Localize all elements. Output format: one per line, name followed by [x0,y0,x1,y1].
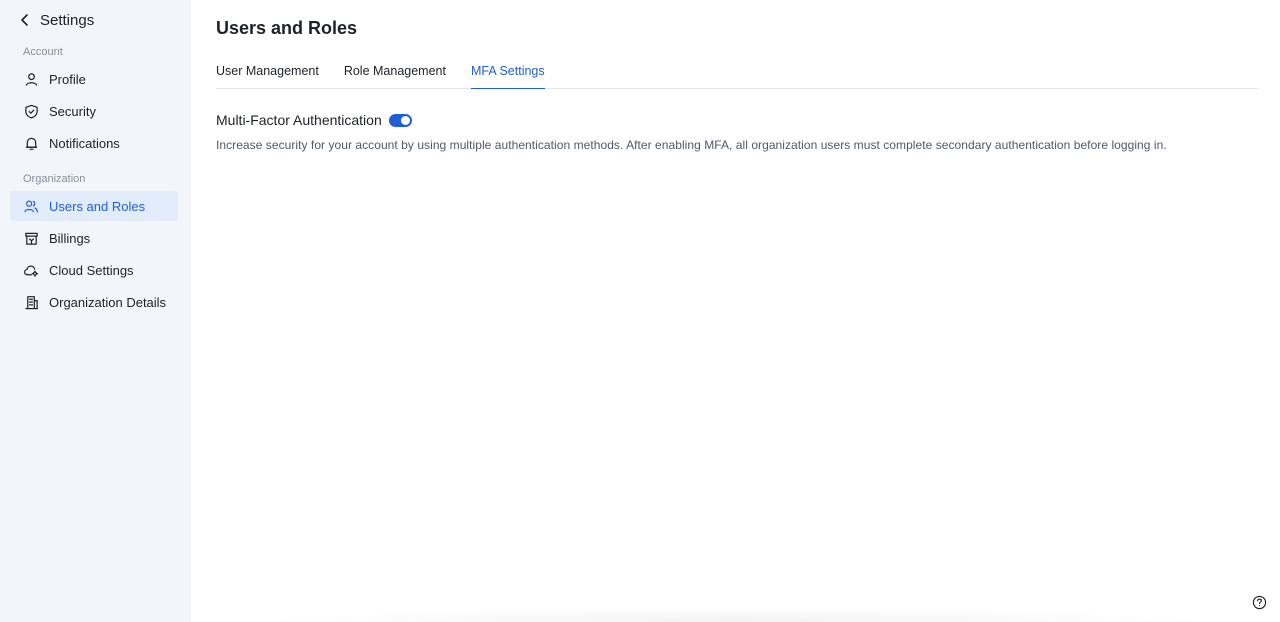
users-icon [23,198,39,214]
mfa-description: Increase security for your account by us… [216,138,1167,152]
user-icon [23,71,39,87]
back-arrow-icon[interactable] [14,9,36,31]
sidebar-title: Settings [40,11,95,29]
sidebar-item-label: Billings [49,231,91,247]
sidebar-item-billings[interactable]: Billings [10,224,178,254]
sidebar-item-label: Cloud Settings [49,263,134,279]
sidebar-item-label: Users and Roles [49,198,146,214]
billing-icon [23,231,39,247]
sidebar-item-security[interactable]: Security [10,96,178,126]
tab-mfa-settings[interactable]: MFA Settings [470,55,545,89]
mfa-header: Multi-Factor Authentication [216,111,1259,129]
group-label-account: Account [23,46,63,58]
app: Settings Account Profile Security Notifi… [0,0,1280,622]
bell-icon [23,135,39,151]
tab-bar: User Management Role Management MFA Sett… [216,56,1259,89]
mfa-toggle[interactable] [388,113,412,127]
shield-icon [23,103,39,119]
cloud-gear-icon [23,263,39,279]
sidebar-item-label: Notifications [49,135,120,151]
sidebar: Settings Account Profile Security Notifi… [0,0,191,622]
tab-user-management[interactable]: User Management [216,55,319,88]
sidebar-item-profile[interactable]: Profile [10,64,178,94]
help-icon[interactable] [1251,594,1267,610]
sidebar-item-label: Profile [49,71,86,87]
sidebar-header: Settings [10,0,178,40]
sidebar-item-label: Organization Details [49,295,167,311]
main-content: Users and Roles User Management Role Man… [191,0,1280,622]
sidebar-item-users-and-roles[interactable]: Users and Roles [10,191,178,222]
group-label-organization: Organization [23,173,86,186]
building-icon [23,295,39,311]
tab-role-management[interactable]: Role Management [344,55,446,88]
sidebar-item-notifications[interactable]: Notifications [10,128,178,158]
sidebar-item-label: Security [49,103,96,119]
bottom-shadow [251,608,1220,622]
mfa-title: Multi-Factor Authentication [216,112,382,128]
sidebar-item-cloud-settings[interactable]: Cloud Settings [10,256,178,286]
sidebar-item-organization-details[interactable]: Organization Details [10,288,178,318]
page-title: Users and Roles [216,17,358,38]
